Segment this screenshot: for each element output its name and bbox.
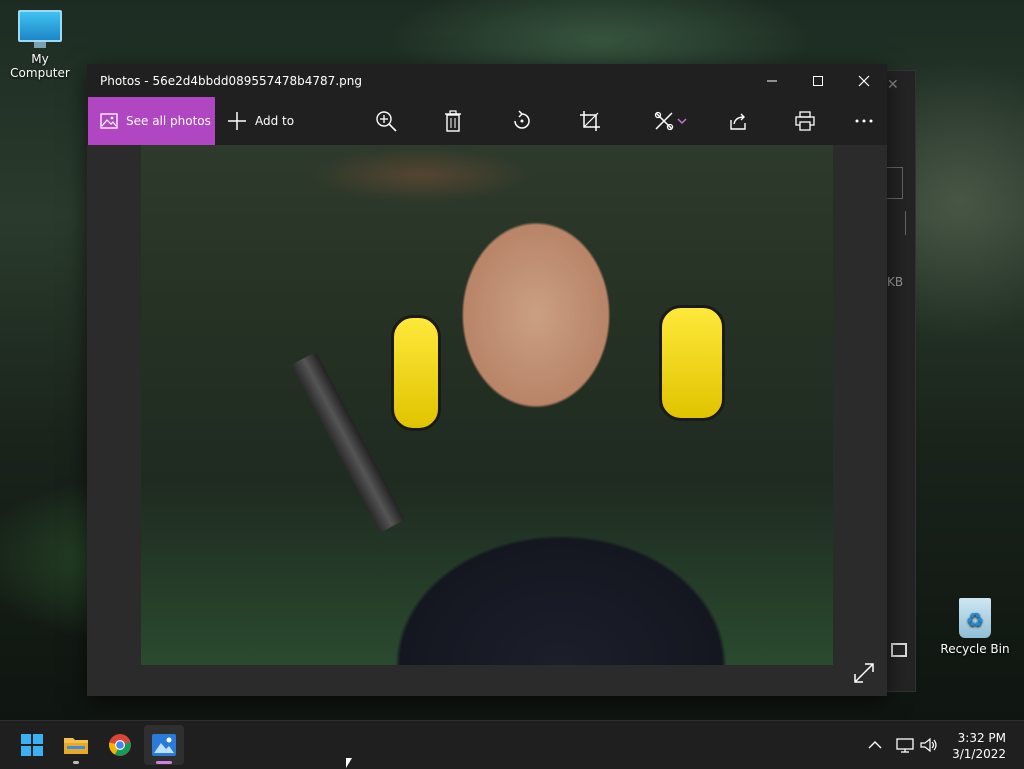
chevron-up-icon[interactable] [868, 740, 882, 750]
desktop-icon-label: My Computer [10, 52, 70, 80]
taskbar-chrome[interactable] [100, 725, 140, 765]
close-icon [858, 75, 870, 86]
close-icon[interactable]: ✕ [887, 77, 899, 93]
clock-time: 3:32 PM [957, 731, 1006, 745]
maximize-button[interactable] [795, 64, 841, 97]
see-all-photos-button[interactable]: See all photos [88, 97, 215, 145]
title-bar[interactable]: Photos - 56e2d4bbdd089557478b4787.png [87, 64, 887, 97]
folder-icon [64, 738, 88, 754]
edit-icon [654, 111, 674, 131]
rotate-button[interactable] [510, 109, 534, 133]
background-window-divider [905, 211, 906, 235]
crop-icon [580, 111, 600, 131]
share-icon [730, 113, 746, 130]
add-to-button[interactable]: Add to [227, 97, 294, 145]
desktop-icon-label: Recycle Bin [940, 642, 1010, 656]
print-button[interactable] [793, 109, 817, 133]
crop-button[interactable] [578, 109, 602, 133]
active-app-indicator [156, 761, 172, 764]
add-to-label: Add to [255, 114, 295, 128]
zoom-in-icon [376, 111, 397, 132]
delete-icon [445, 110, 461, 132]
photo-earmuff-right [659, 305, 725, 421]
expand-icon[interactable] [853, 662, 875, 684]
minimize-icon [767, 80, 777, 81]
zoom-in-button[interactable] [374, 109, 398, 133]
background-window-size-text: KB [887, 275, 904, 289]
more-options-button[interactable] [852, 109, 876, 133]
rotate-icon [514, 110, 530, 129]
displayed-photo[interactable] [141, 145, 833, 665]
edit-dropdown-button[interactable] [650, 109, 690, 133]
network-icon[interactable] [896, 737, 914, 753]
start-button[interactable] [12, 725, 52, 765]
system-tray [868, 721, 938, 769]
gallery-icon [100, 113, 118, 129]
taskbar-clock[interactable]: 3:32 PM 3/1/2022 [952, 730, 1006, 762]
photo-earmuff-left [391, 315, 441, 431]
print-icon [795, 111, 815, 131]
desktop-icon-my-computer[interactable]: My Computer [0, 10, 80, 80]
computer-icon [18, 10, 62, 48]
photo-pistol-shape [291, 351, 405, 533]
see-all-photos-label: See all photos [126, 114, 211, 128]
recycle-bin-icon: ♻ [959, 598, 991, 638]
maximize-icon [813, 75, 823, 86]
desktop-icon-recycle-bin[interactable]: ♻ Recycle Bin [935, 598, 1015, 656]
delete-button[interactable] [441, 109, 465, 133]
taskbar-photos[interactable] [144, 725, 184, 765]
window-title: Photos - 56e2d4bbdd089557478b4787.png [100, 74, 362, 88]
clock-date: 3/1/2022 [952, 747, 1006, 761]
volume-icon[interactable] [920, 737, 938, 753]
plus-icon [228, 112, 246, 130]
close-button[interactable] [841, 64, 887, 97]
chevron-down-icon [677, 118, 687, 125]
taskbar-file-explorer[interactable] [56, 725, 96, 765]
background-window-view-icon[interactable] [891, 643, 907, 657]
chrome-icon [109, 734, 131, 756]
toolbar: See all photos Add to [87, 97, 887, 145]
photo-viewer[interactable] [87, 145, 887, 696]
taskbar: 3:32 PM 3/1/2022 [0, 720, 1024, 769]
windows-icon [21, 734, 43, 756]
running-indicator [73, 761, 79, 764]
photos-window[interactable]: Photos - 56e2d4bbdd089557478b4787.png Se… [87, 64, 887, 696]
more-icon [855, 119, 873, 123]
mouse-cursor [346, 758, 352, 768]
share-button[interactable] [726, 109, 750, 133]
photos-icon [152, 734, 176, 756]
minimize-button[interactable] [749, 64, 795, 97]
